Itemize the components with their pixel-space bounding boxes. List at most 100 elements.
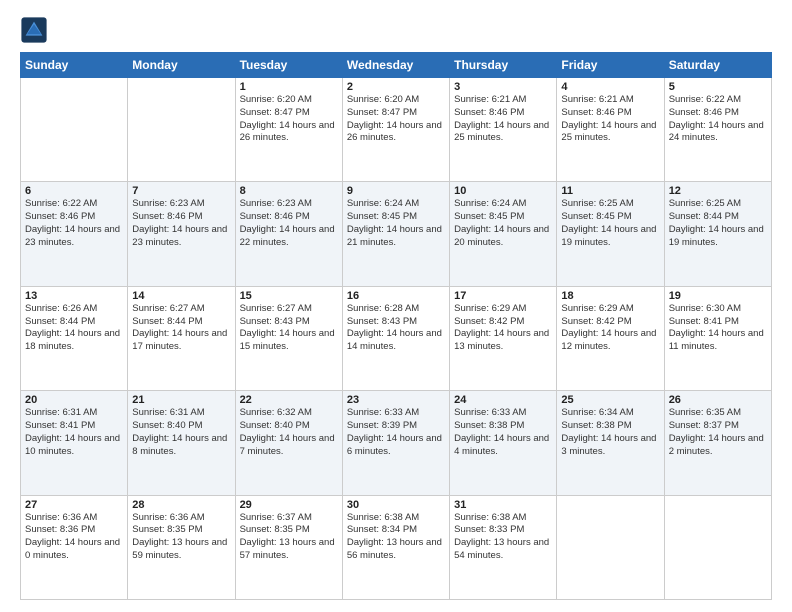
- day-info: Sunrise: 6:25 AM Sunset: 8:44 PM Dayligh…: [669, 198, 767, 249]
- calendar-cell: [557, 495, 664, 599]
- calendar-day-header: Saturday: [664, 53, 771, 78]
- calendar-day-header: Wednesday: [342, 53, 449, 78]
- day-number: 15: [240, 290, 338, 302]
- day-info: Sunrise: 6:22 AM Sunset: 8:46 PM Dayligh…: [25, 198, 123, 249]
- day-info: Sunrise: 6:23 AM Sunset: 8:46 PM Dayligh…: [132, 198, 230, 249]
- logo-icon: [20, 16, 48, 44]
- calendar-day-header: Thursday: [450, 53, 557, 78]
- calendar-cell: 29Sunrise: 6:37 AM Sunset: 8:35 PM Dayli…: [235, 495, 342, 599]
- day-info: Sunrise: 6:26 AM Sunset: 8:44 PM Dayligh…: [25, 303, 123, 354]
- calendar-week-row: 13Sunrise: 6:26 AM Sunset: 8:44 PM Dayli…: [21, 286, 772, 390]
- logo: [20, 16, 50, 44]
- day-number: 16: [347, 290, 445, 302]
- calendar-week-row: 20Sunrise: 6:31 AM Sunset: 8:41 PM Dayli…: [21, 391, 772, 495]
- day-info: Sunrise: 6:22 AM Sunset: 8:46 PM Dayligh…: [669, 94, 767, 145]
- day-info: Sunrise: 6:24 AM Sunset: 8:45 PM Dayligh…: [347, 198, 445, 249]
- calendar-cell: 13Sunrise: 6:26 AM Sunset: 8:44 PM Dayli…: [21, 286, 128, 390]
- day-info: Sunrise: 6:33 AM Sunset: 8:39 PM Dayligh…: [347, 407, 445, 458]
- day-number: 17: [454, 290, 552, 302]
- day-info: Sunrise: 6:34 AM Sunset: 8:38 PM Dayligh…: [561, 407, 659, 458]
- day-info: Sunrise: 6:35 AM Sunset: 8:37 PM Dayligh…: [669, 407, 767, 458]
- calendar-cell: 15Sunrise: 6:27 AM Sunset: 8:43 PM Dayli…: [235, 286, 342, 390]
- calendar-cell: 6Sunrise: 6:22 AM Sunset: 8:46 PM Daylig…: [21, 182, 128, 286]
- calendar-cell: 20Sunrise: 6:31 AM Sunset: 8:41 PM Dayli…: [21, 391, 128, 495]
- day-info: Sunrise: 6:21 AM Sunset: 8:46 PM Dayligh…: [561, 94, 659, 145]
- calendar-week-row: 27Sunrise: 6:36 AM Sunset: 8:36 PM Dayli…: [21, 495, 772, 599]
- day-info: Sunrise: 6:36 AM Sunset: 8:35 PM Dayligh…: [132, 512, 230, 563]
- day-info: Sunrise: 6:29 AM Sunset: 8:42 PM Dayligh…: [454, 303, 552, 354]
- calendar-header-row: SundayMondayTuesdayWednesdayThursdayFrid…: [21, 53, 772, 78]
- day-number: 21: [132, 394, 230, 406]
- day-number: 29: [240, 499, 338, 511]
- day-number: 7: [132, 185, 230, 197]
- day-info: Sunrise: 6:37 AM Sunset: 8:35 PM Dayligh…: [240, 512, 338, 563]
- day-info: Sunrise: 6:20 AM Sunset: 8:47 PM Dayligh…: [240, 94, 338, 145]
- day-info: Sunrise: 6:25 AM Sunset: 8:45 PM Dayligh…: [561, 198, 659, 249]
- day-info: Sunrise: 6:38 AM Sunset: 8:34 PM Dayligh…: [347, 512, 445, 563]
- calendar-cell: 21Sunrise: 6:31 AM Sunset: 8:40 PM Dayli…: [128, 391, 235, 495]
- day-number: 19: [669, 290, 767, 302]
- day-info: Sunrise: 6:38 AM Sunset: 8:33 PM Dayligh…: [454, 512, 552, 563]
- day-info: Sunrise: 6:24 AM Sunset: 8:45 PM Dayligh…: [454, 198, 552, 249]
- day-number: 4: [561, 81, 659, 93]
- calendar-cell: 19Sunrise: 6:30 AM Sunset: 8:41 PM Dayli…: [664, 286, 771, 390]
- day-number: 24: [454, 394, 552, 406]
- day-info: Sunrise: 6:31 AM Sunset: 8:40 PM Dayligh…: [132, 407, 230, 458]
- day-info: Sunrise: 6:23 AM Sunset: 8:46 PM Dayligh…: [240, 198, 338, 249]
- day-number: 12: [669, 185, 767, 197]
- calendar-day-header: Monday: [128, 53, 235, 78]
- calendar-cell: 25Sunrise: 6:34 AM Sunset: 8:38 PM Dayli…: [557, 391, 664, 495]
- day-info: Sunrise: 6:27 AM Sunset: 8:44 PM Dayligh…: [132, 303, 230, 354]
- day-number: 5: [669, 81, 767, 93]
- page: SundayMondayTuesdayWednesdayThursdayFrid…: [0, 0, 792, 612]
- day-number: 28: [132, 499, 230, 511]
- day-number: 8: [240, 185, 338, 197]
- calendar-cell: 2Sunrise: 6:20 AM Sunset: 8:47 PM Daylig…: [342, 78, 449, 182]
- calendar-cell: 31Sunrise: 6:38 AM Sunset: 8:33 PM Dayli…: [450, 495, 557, 599]
- day-number: 13: [25, 290, 123, 302]
- day-info: Sunrise: 6:20 AM Sunset: 8:47 PM Dayligh…: [347, 94, 445, 145]
- calendar-day-header: Sunday: [21, 53, 128, 78]
- day-info: Sunrise: 6:21 AM Sunset: 8:46 PM Dayligh…: [454, 94, 552, 145]
- calendar-cell: 8Sunrise: 6:23 AM Sunset: 8:46 PM Daylig…: [235, 182, 342, 286]
- day-number: 11: [561, 185, 659, 197]
- day-number: 22: [240, 394, 338, 406]
- calendar-day-header: Friday: [557, 53, 664, 78]
- calendar-cell: 23Sunrise: 6:33 AM Sunset: 8:39 PM Dayli…: [342, 391, 449, 495]
- day-number: 31: [454, 499, 552, 511]
- calendar-cell: 5Sunrise: 6:22 AM Sunset: 8:46 PM Daylig…: [664, 78, 771, 182]
- day-number: 20: [25, 394, 123, 406]
- day-info: Sunrise: 6:30 AM Sunset: 8:41 PM Dayligh…: [669, 303, 767, 354]
- calendar-cell: 4Sunrise: 6:21 AM Sunset: 8:46 PM Daylig…: [557, 78, 664, 182]
- header: [20, 16, 772, 44]
- day-info: Sunrise: 6:36 AM Sunset: 8:36 PM Dayligh…: [25, 512, 123, 563]
- day-number: 1: [240, 81, 338, 93]
- day-number: 27: [25, 499, 123, 511]
- calendar-cell: 22Sunrise: 6:32 AM Sunset: 8:40 PM Dayli…: [235, 391, 342, 495]
- calendar-cell: 26Sunrise: 6:35 AM Sunset: 8:37 PM Dayli…: [664, 391, 771, 495]
- day-info: Sunrise: 6:28 AM Sunset: 8:43 PM Dayligh…: [347, 303, 445, 354]
- day-info: Sunrise: 6:29 AM Sunset: 8:42 PM Dayligh…: [561, 303, 659, 354]
- calendar-table: SundayMondayTuesdayWednesdayThursdayFrid…: [20, 52, 772, 600]
- calendar-cell: 12Sunrise: 6:25 AM Sunset: 8:44 PM Dayli…: [664, 182, 771, 286]
- calendar-cell: 11Sunrise: 6:25 AM Sunset: 8:45 PM Dayli…: [557, 182, 664, 286]
- calendar-cell: 28Sunrise: 6:36 AM Sunset: 8:35 PM Dayli…: [128, 495, 235, 599]
- day-number: 10: [454, 185, 552, 197]
- calendar-cell: 1Sunrise: 6:20 AM Sunset: 8:47 PM Daylig…: [235, 78, 342, 182]
- calendar-cell: 16Sunrise: 6:28 AM Sunset: 8:43 PM Dayli…: [342, 286, 449, 390]
- day-number: 25: [561, 394, 659, 406]
- day-number: 26: [669, 394, 767, 406]
- calendar-cell: [664, 495, 771, 599]
- calendar-cell: 7Sunrise: 6:23 AM Sunset: 8:46 PM Daylig…: [128, 182, 235, 286]
- calendar-cell: 9Sunrise: 6:24 AM Sunset: 8:45 PM Daylig…: [342, 182, 449, 286]
- calendar-cell: 24Sunrise: 6:33 AM Sunset: 8:38 PM Dayli…: [450, 391, 557, 495]
- day-number: 18: [561, 290, 659, 302]
- day-number: 14: [132, 290, 230, 302]
- calendar-cell: 18Sunrise: 6:29 AM Sunset: 8:42 PM Dayli…: [557, 286, 664, 390]
- calendar-cell: 14Sunrise: 6:27 AM Sunset: 8:44 PM Dayli…: [128, 286, 235, 390]
- calendar-cell: [128, 78, 235, 182]
- day-info: Sunrise: 6:32 AM Sunset: 8:40 PM Dayligh…: [240, 407, 338, 458]
- calendar-cell: 27Sunrise: 6:36 AM Sunset: 8:36 PM Dayli…: [21, 495, 128, 599]
- calendar-cell: [21, 78, 128, 182]
- calendar-week-row: 6Sunrise: 6:22 AM Sunset: 8:46 PM Daylig…: [21, 182, 772, 286]
